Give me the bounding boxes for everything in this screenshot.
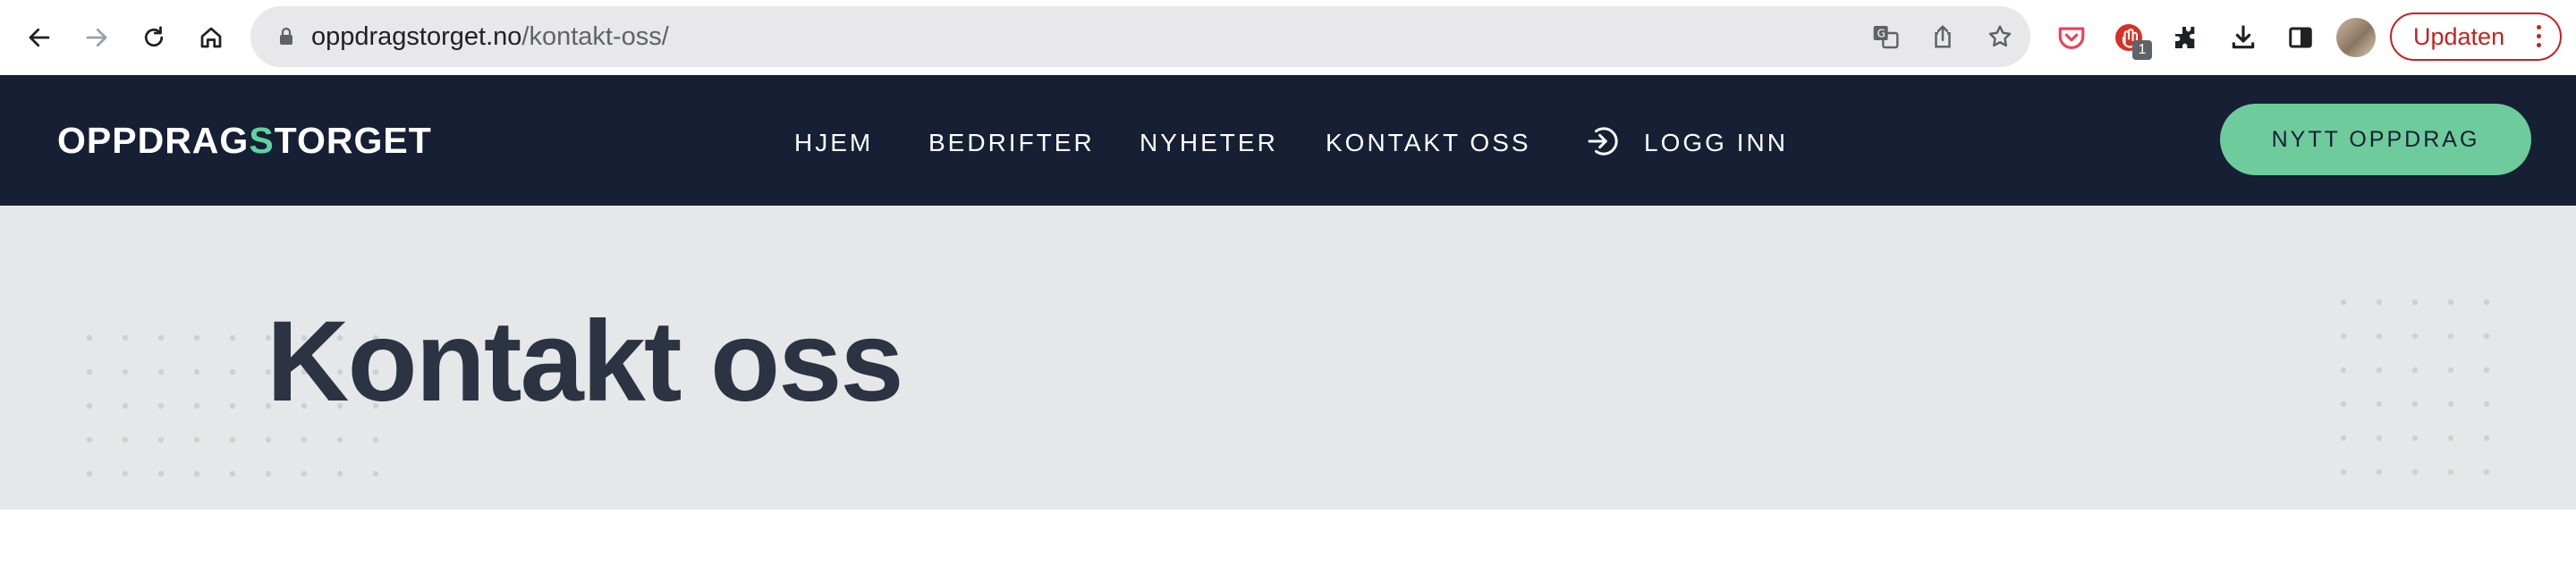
extension-badge: 1 xyxy=(2132,40,2152,60)
login-link[interactable]: LOGG INN xyxy=(1644,127,1788,159)
url-host: oppdragstorget.no xyxy=(311,22,522,51)
svg-text:G: G xyxy=(1877,28,1885,40)
home-icon[interactable] xyxy=(191,18,231,57)
login-icon[interactable] xyxy=(1585,123,1621,159)
forward-icon[interactable] xyxy=(77,18,116,57)
profile-avatar[interactable] xyxy=(2336,18,2376,57)
menu-dots-icon xyxy=(2537,25,2542,52)
site-logo[interactable]: OPPDRAGSTORGET xyxy=(57,120,432,161)
nav-item-hjem[interactable]: HJEM xyxy=(794,127,873,159)
side-panel-icon[interactable] xyxy=(2281,18,2320,57)
download-icon[interactable] xyxy=(2224,18,2263,57)
update-button-label: Updaten xyxy=(2413,23,2505,50)
logo-text-part-1: OPPDRAG xyxy=(57,120,250,161)
share-icon[interactable] xyxy=(1923,17,1962,56)
dot-pattern-right xyxy=(2334,295,2513,497)
new-assignment-button[interactable]: NYTT OPPDRAG xyxy=(2220,104,2531,175)
pocket-icon[interactable] xyxy=(2052,18,2091,57)
reload-icon[interactable] xyxy=(134,18,174,57)
hero-banner: Kontakt oss xyxy=(0,206,2576,510)
nav-item-nyheter[interactable]: NYHETER xyxy=(1140,127,1278,159)
logo-accent: S xyxy=(249,120,275,161)
nav-item-bedrifter[interactable]: BEDRIFTER xyxy=(928,127,1095,159)
browser-toolbar: oppdragstorget.no/kontakt-oss/ G 1 Updat… xyxy=(0,0,2576,75)
star-icon[interactable] xyxy=(1980,17,2020,56)
logo-text-part-2: TORGET xyxy=(274,120,432,161)
page-title: Kontakt oss xyxy=(267,298,904,426)
lock-icon[interactable] xyxy=(275,26,297,47)
puzzle-icon[interactable] xyxy=(2166,18,2206,57)
site-header: OPPDRAGSTORGET HJEM BEDRIFTER NYHETER KO… xyxy=(0,75,2576,206)
update-button[interactable]: Updaten xyxy=(2390,13,2562,61)
url-text[interactable]: oppdragstorget.no/kontakt-oss/ xyxy=(311,6,669,67)
address-bar[interactable]: oppdragstorget.no/kontakt-oss/ G xyxy=(250,6,2030,67)
translate-icon[interactable]: G xyxy=(1866,17,1905,56)
url-path: /kontakt-oss/ xyxy=(521,22,669,51)
nav-item-kontakt-oss[interactable]: KONTAKT OSS xyxy=(1326,127,1531,159)
back-icon[interactable] xyxy=(20,18,59,57)
